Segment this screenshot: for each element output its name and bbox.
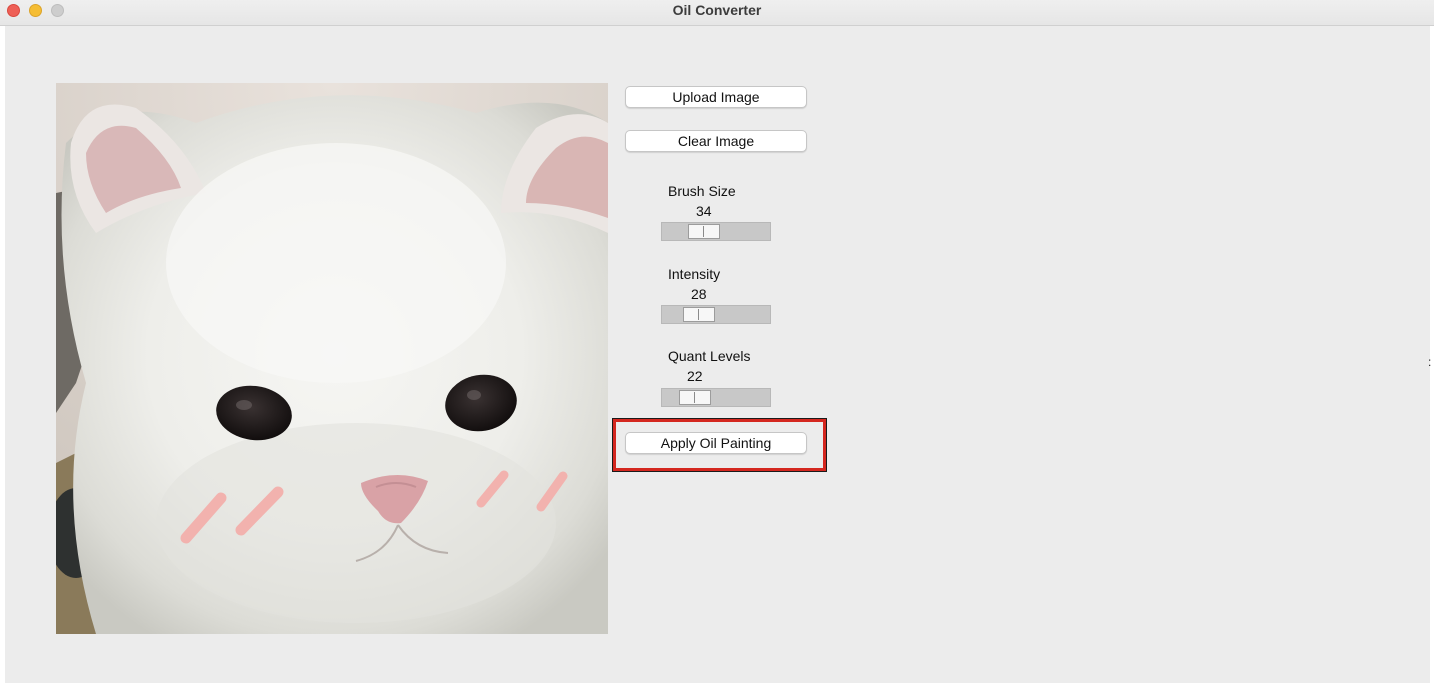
intensity-slider-handle[interactable]	[683, 307, 715, 322]
quant-levels-label: Quant Levels	[668, 348, 751, 364]
quant-levels-slider[interactable]	[661, 388, 771, 407]
quant-levels-slider-handle[interactable]	[679, 390, 711, 405]
intensity-value: 28	[691, 286, 707, 302]
quant-levels-value: 22	[687, 368, 703, 384]
brush-size-value: 34	[696, 203, 712, 219]
intensity-label: Intensity	[668, 266, 721, 282]
title-bar: Oil Converter	[0, 0, 1434, 26]
intensity-slider[interactable]	[661, 305, 771, 324]
edge-marker: :	[1428, 355, 1432, 369]
upload-image-button[interactable]: Upload Image	[625, 86, 807, 108]
cat-image	[56, 83, 608, 634]
brush-size-slider[interactable]	[661, 222, 771, 241]
main-content: Upload Image Clear Image Brush Size 34 I…	[5, 26, 1430, 683]
clear-image-button[interactable]: Clear Image	[625, 130, 807, 152]
brush-size-slider-handle[interactable]	[688, 224, 720, 239]
window-title: Oil Converter	[672, 2, 762, 18]
brush-size-label: Brush Size	[668, 183, 736, 199]
image-preview	[56, 83, 608, 634]
apply-oil-painting-button[interactable]: Apply Oil Painting	[625, 432, 807, 454]
